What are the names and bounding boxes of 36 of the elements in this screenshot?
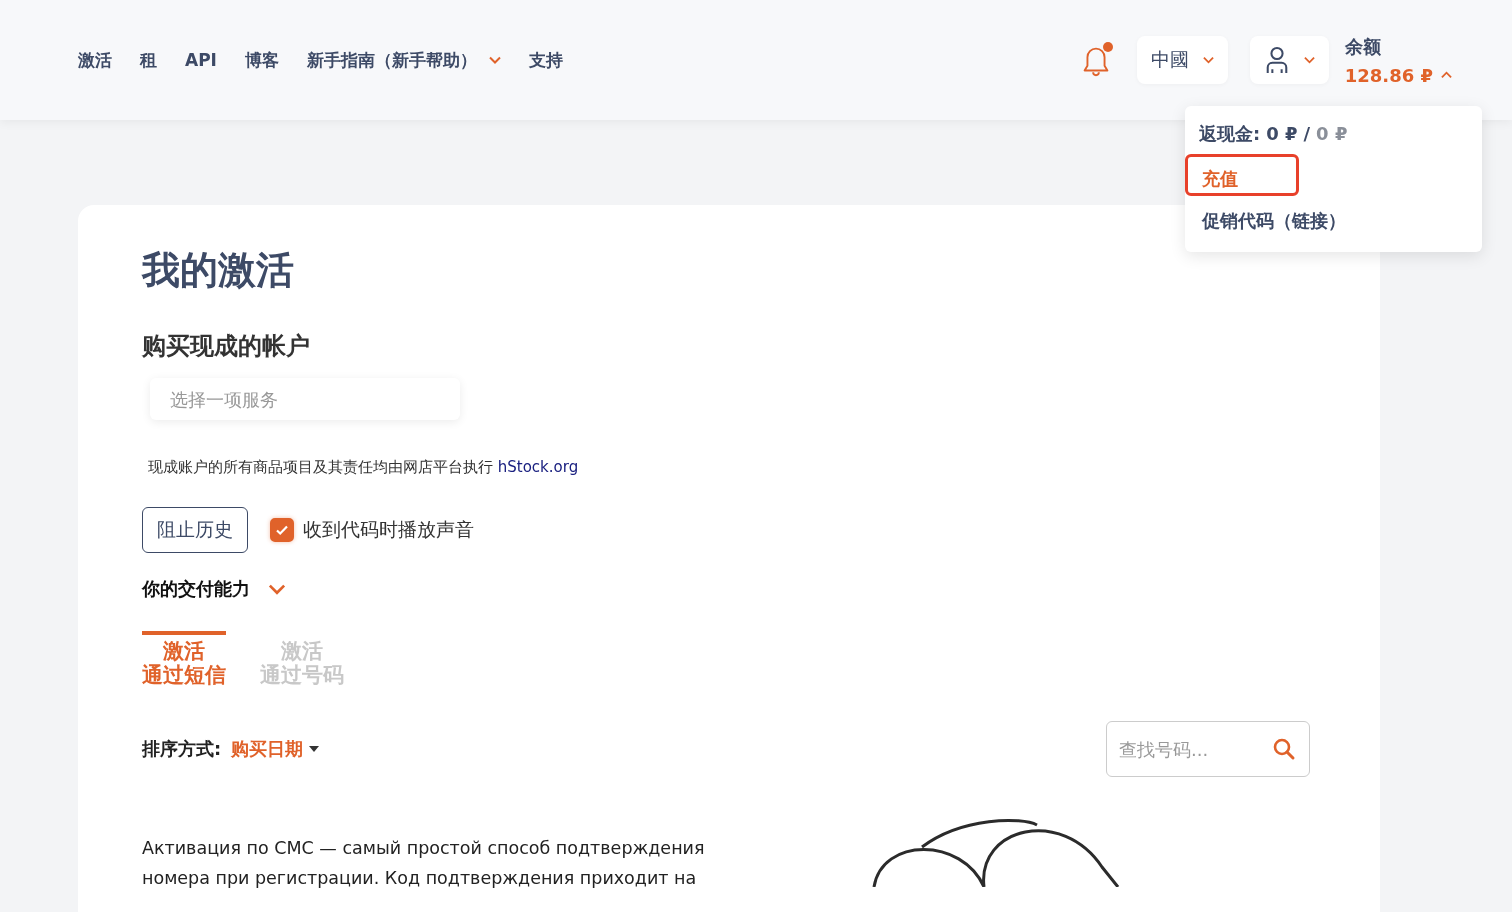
chevron-icon xyxy=(268,583,286,595)
hstock-link[interactable]: hStock.org xyxy=(497,458,579,476)
nav-link[interactable]: API xyxy=(185,50,217,70)
chevron-down-icon xyxy=(1202,56,1214,64)
nav-link[interactable]: 支持 xyxy=(528,48,563,72)
nav-link[interactable]: 激活 xyxy=(78,48,112,72)
description-text: Активация по СМС — самый простой способ подтверждения номера при регистрации. Код подтверждения приходит на xyxy=(142,837,706,891)
chevron-down-icon xyxy=(1303,56,1315,64)
cashback-total: 0 ₽ xyxy=(1316,123,1348,144)
note-text: 现成账户的所有商品项目及其责任均由网店平台执行 hStock.org xyxy=(148,458,580,477)
cashback-value: 0 ₽ xyxy=(1266,123,1298,144)
nav-link[interactable]: 租 xyxy=(140,48,157,72)
separator-text: / xyxy=(1303,123,1311,144)
service-select[interactable]: 选择一项服务 xyxy=(150,378,460,420)
page-title: 我的激活 xyxy=(142,247,295,294)
capabilities-toggle[interactable]: 你的交付能力 xyxy=(142,577,286,601)
search-field[interactable]: 查找号码... xyxy=(1106,721,1310,778)
account-dropdown[interactable] xyxy=(1249,36,1329,84)
menu-item[interactable]: 充值 xyxy=(1185,154,1299,196)
caret-down-icon xyxy=(309,746,320,753)
section-title: 购买现成的帐户 xyxy=(142,331,311,362)
sound-checkbox[interactable] xyxy=(270,518,294,542)
language-dropdown[interactable]: 中國 xyxy=(1136,36,1228,84)
chevron-down-icon xyxy=(488,56,501,64)
cashback-label: 返现金: xyxy=(1199,122,1261,146)
checkbox-label: 收到代码时播放声音 xyxy=(303,517,474,542)
search-icon xyxy=(1272,737,1296,762)
block-history-button[interactable]: 阻止历史 xyxy=(142,507,248,553)
sort-label: 排序方式: xyxy=(142,737,222,762)
chevron-icon xyxy=(1441,71,1452,79)
nav-dropdown[interactable]: 新手指南（新手帮助） xyxy=(306,48,501,72)
menu-item[interactable]: 促销代码（链接） xyxy=(1185,200,1363,238)
sort-dropdown[interactable]: 购买日期 xyxy=(231,737,320,762)
balance-label: 余额 xyxy=(1344,34,1382,59)
nav-link[interactable]: 博客 xyxy=(244,48,279,72)
tab[interactable]: 激活 通过短信 xyxy=(142,631,226,688)
